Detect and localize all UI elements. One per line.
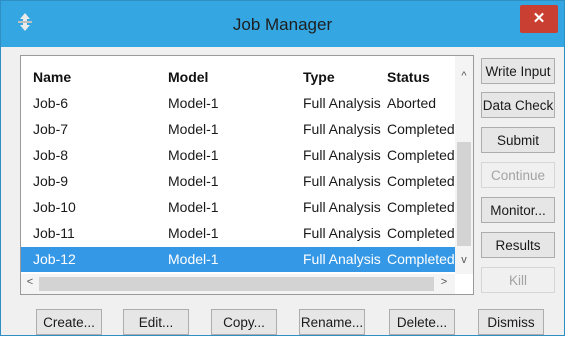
cell-status: Completed [387, 199, 455, 215]
submit-button[interactable]: Submit [481, 127, 555, 153]
column-header-type[interactable]: Type [303, 69, 335, 85]
cell-name: Job-10 [33, 199, 76, 215]
cell-name: Job-11 [33, 225, 75, 241]
close-button[interactable]: ✕ [520, 5, 558, 33]
cell-type: Full Analysis [303, 95, 381, 111]
cell-model: Model-1 [168, 147, 219, 163]
cell-status: Aborted [387, 95, 437, 111]
cell-name: Job-7 [33, 121, 69, 137]
cell-type: Full Analysis [303, 173, 381, 189]
kill-button[interactable]: Kill [481, 267, 555, 293]
cell-model: Model-1 [168, 225, 219, 241]
cell-name: Job-6 [33, 95, 69, 111]
cell-type: Full Analysis [303, 121, 381, 137]
table-row[interactable]: Job-10 Model-1 Full Analysis Completed [21, 195, 455, 220]
vertical-scrollbar[interactable]: ^ v [455, 56, 473, 274]
cell-model: Model-1 [168, 251, 219, 267]
vertical-scroll-thumb[interactable] [457, 142, 471, 246]
dismiss-button[interactable]: Dismiss [478, 309, 544, 335]
cell-status: Completed [387, 121, 455, 137]
scroll-up-arrow[interactable]: ^ [455, 70, 473, 82]
table-row[interactable]: Job-9 Model-1 Full Analysis Completed [21, 169, 455, 194]
table-row[interactable]: Job-7 Model-1 Full Analysis Completed [21, 117, 455, 142]
create-button[interactable]: Create... [36, 309, 102, 335]
cell-type: Full Analysis [303, 225, 381, 241]
data-check-button[interactable]: Data Check [481, 92, 555, 118]
cell-status: Completed [387, 225, 455, 241]
cell-status: Completed [387, 147, 455, 163]
cell-model: Model-1 [168, 199, 219, 215]
monitor-button[interactable]: Monitor... [481, 197, 555, 223]
write-input-button[interactable]: Write Input [481, 58, 555, 84]
column-header-name[interactable]: Name [33, 69, 71, 85]
cell-name: Job-8 [33, 147, 69, 163]
delete-button[interactable]: Delete... [389, 309, 455, 335]
scroll-left-arrow[interactable]: < [21, 276, 39, 288]
continue-button[interactable]: Continue [481, 162, 555, 188]
table-row[interactable]: Job-11 Model-1 Full Analysis Completed [21, 221, 455, 246]
copy-button[interactable]: Copy... [211, 309, 277, 335]
cell-status: Completed [387, 173, 455, 189]
results-button[interactable]: Results [481, 232, 555, 258]
horizontal-scrollbar[interactable]: < > [21, 274, 455, 294]
cell-name: Job-12 [33, 251, 76, 267]
cell-name: Job-9 [33, 173, 69, 189]
cell-type: Full Analysis [303, 147, 381, 163]
cell-status: Completed [387, 251, 455, 267]
jobs-list[interactable]: Name Model Type Status Job-6 Model-1 Ful… [20, 55, 474, 295]
title-bar[interactable]: Job Manager ✕ [1, 1, 564, 47]
rename-button[interactable]: Rename... [299, 309, 365, 335]
column-header-model[interactable]: Model [168, 69, 208, 85]
scroll-down-arrow[interactable]: v [455, 254, 473, 266]
cell-type: Full Analysis [303, 199, 381, 215]
cell-type: Full Analysis [303, 251, 381, 267]
table-row[interactable]: Job-6 Model-1 Full Analysis Aborted [21, 91, 455, 116]
table-row-selected[interactable]: Job-12 Model-1 Full Analysis Completed [21, 247, 455, 272]
table-row[interactable]: Job-8 Model-1 Full Analysis Completed [21, 143, 455, 168]
edit-button[interactable]: Edit... [123, 309, 189, 335]
horizontal-scroll-thumb[interactable] [39, 277, 434, 291]
window-title: Job Manager [232, 15, 333, 34]
cell-model: Model-1 [168, 173, 219, 189]
column-header-status[interactable]: Status [387, 69, 430, 85]
cell-model: Model-1 [168, 121, 219, 137]
cell-model: Model-1 [168, 95, 219, 111]
scroll-right-arrow[interactable]: > [435, 276, 453, 288]
